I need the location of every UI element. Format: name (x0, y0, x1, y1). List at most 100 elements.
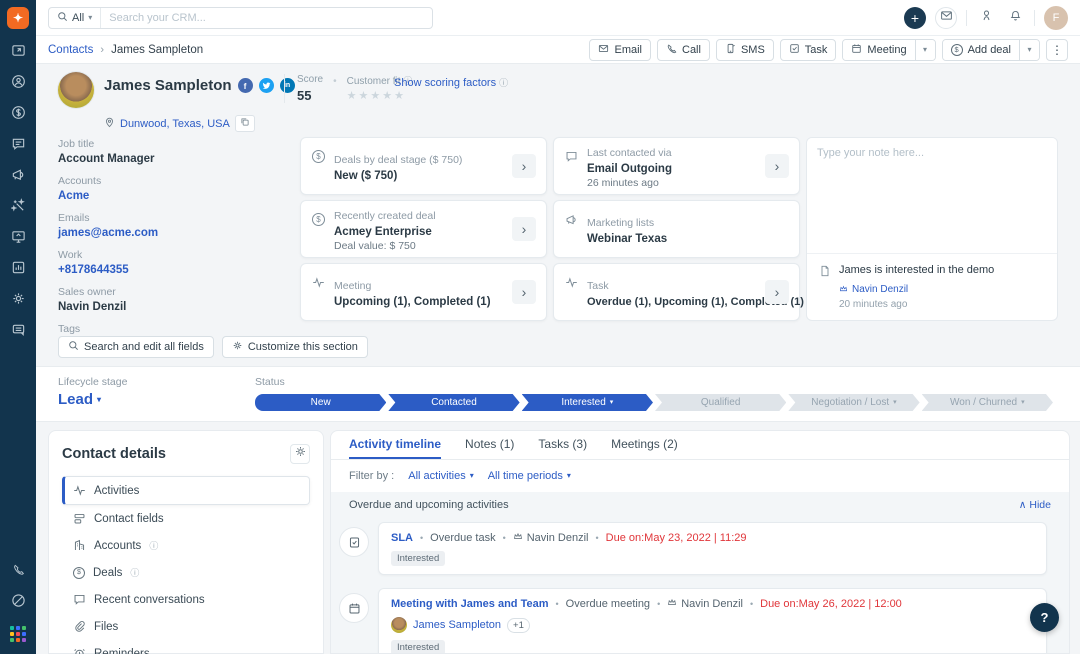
rail-bottom-group (8, 562, 28, 644)
sidebar-item-files[interactable]: Files (62, 613, 310, 640)
note-input[interactable] (807, 138, 1057, 254)
email-button[interactable]: Email (589, 38, 651, 61)
pulse-icon (564, 276, 579, 289)
tab-tasks[interactable]: Tasks (3) (538, 431, 587, 459)
meeting-button[interactable]: Meeting (843, 39, 915, 60)
open-card-button[interactable]: › (512, 280, 536, 304)
user-avatar[interactable]: F (1044, 5, 1068, 30)
lifecycle-stage-dropdown[interactable]: Lead ▾ (58, 391, 101, 408)
wand-icon (9, 198, 26, 218)
sms-button[interactable]: SMS (715, 38, 774, 61)
contact-avatar[interactable] (58, 72, 94, 108)
tab-notes[interactable]: Notes (1) (465, 431, 514, 459)
switcher-icon (11, 43, 26, 63)
apps-grid-icon (10, 626, 26, 642)
sidebar-item-contacts[interactable] (8, 74, 28, 94)
open-card-button[interactable]: › (512, 217, 536, 241)
meeting-title-link[interactable]: Meeting with James and Team (391, 598, 549, 610)
breadcrumb-contacts[interactable]: Contacts (48, 44, 93, 56)
meeting-dropdown-button[interactable]: ▾ (914, 39, 935, 60)
account-link[interactable]: Acme (58, 190, 278, 202)
stage-qualified[interactable]: Qualified (655, 394, 786, 411)
email-inbox-button[interactable] (935, 6, 957, 29)
more-attendees-badge[interactable]: +1 (507, 617, 530, 633)
panel-settings-button[interactable] (290, 444, 310, 464)
tab-activity-timeline[interactable]: Activity timeline (349, 431, 442, 459)
sidebar-item-conversations[interactable] (8, 136, 28, 156)
sidebar-item-deals[interactable]: $ Deals ⓘ (62, 559, 310, 586)
sidebar-item-reminders[interactable]: Reminders (62, 640, 310, 654)
calendar-icon (339, 593, 369, 623)
add-deal-dropdown-button[interactable]: ▾ (1019, 39, 1039, 60)
sidebar-item-deals[interactable] (8, 105, 28, 125)
stage-negotiation-lost[interactable]: Negotiation / Lost ▾ (788, 394, 919, 411)
quick-add-button[interactable]: + (904, 6, 926, 29)
open-card-button[interactable]: › (765, 280, 789, 304)
item-label: Recent conversations (94, 593, 205, 606)
tab-meetings[interactable]: Meetings (2) (611, 431, 678, 459)
twitter-icon[interactable] (258, 78, 274, 93)
customize-section-button[interactable]: Customize this section (221, 336, 368, 358)
sidebar-item-analytics[interactable] (8, 260, 28, 280)
sidebar-item-recent-conversations[interactable]: Recent conversations (62, 586, 310, 613)
info-icon[interactable]: ⓘ (130, 566, 139, 579)
filter-all-activities[interactable]: All activities ▾ (408, 470, 473, 482)
divider (966, 9, 967, 26)
open-card-button[interactable]: › (512, 154, 536, 178)
sidebar-item-dashboard[interactable] (8, 43, 28, 63)
more-actions-button[interactable]: ⋮ (1046, 38, 1068, 61)
add-deal-button[interactable]: $ Add deal (942, 39, 1019, 60)
stage-new[interactable]: New (255, 394, 386, 411)
search-edit-fields-button[interactable]: Search and edit all fields (58, 336, 214, 358)
email-link[interactable]: james@acme.com (58, 227, 278, 239)
sidebar-item-settings[interactable] (8, 291, 28, 311)
contact-details-panel: Contact details Activities Contact field… (48, 430, 324, 654)
search-input[interactable] (101, 11, 432, 24)
explore-rail-button[interactable] (8, 593, 28, 613)
note-item[interactable]: James is interested in the demo Navin De… (807, 254, 1057, 320)
filter-all-time-periods[interactable]: All time periods ▾ (488, 470, 571, 482)
hide-section-link[interactable]: ∧ Hide (1019, 499, 1051, 511)
phone-rail-button[interactable] (8, 562, 28, 582)
activity-list: SLA • Overdue task • Navin Denzil • Due … (331, 518, 1069, 653)
search-icon (68, 340, 79, 354)
chevron-right-icon: › (100, 43, 105, 56)
call-button-label: Call (682, 43, 701, 56)
notifications-button[interactable] (1005, 8, 1025, 28)
facebook-icon[interactable]: f (237, 78, 253, 93)
overdue-section-header: Overdue and upcoming activities ∧ Hide (331, 492, 1069, 518)
location-link[interactable]: Dunwood, Texas, USA (120, 118, 230, 130)
help-button[interactable]: ? (1030, 603, 1059, 632)
attendee-link[interactable]: James Sampleton (413, 619, 501, 631)
field-accounts: Accounts Acme (58, 175, 278, 202)
apps-switcher-button[interactable] (8, 624, 28, 644)
stage-won-churned[interactable]: Won / Churned ▾ (922, 394, 1053, 411)
stage-interested[interactable]: Interested ▾ (522, 394, 653, 411)
sidebar-item-automation[interactable] (8, 198, 28, 218)
task-title-link[interactable]: SLA (391, 532, 413, 544)
sidebar-item-feedback[interactable] (8, 322, 28, 342)
phone-link[interactable]: +8178644355 (58, 264, 278, 276)
search-scope-dropdown[interactable]: All ▾ (49, 7, 102, 28)
copy-button[interactable] (234, 115, 255, 132)
task-card: SLA • Overdue task • Navin Denzil • Due … (378, 522, 1047, 575)
open-card-button[interactable]: › (765, 154, 789, 178)
chevron-up-icon: ∧ (1018, 499, 1027, 511)
task-type: Overdue task (430, 531, 496, 544)
sidebar-item-accounts[interactable]: Accounts ⓘ (62, 532, 310, 559)
envelope-icon (598, 43, 609, 57)
sidebar-item-marketing[interactable] (8, 167, 28, 187)
show-scoring-factors-link[interactable]: Show scoring factors ⓘ (394, 76, 508, 89)
freshworks-logo-icon[interactable]: ✦ (7, 7, 29, 29)
sidebar-item-activities[interactable]: Activities (62, 476, 310, 505)
task-button[interactable]: Task (779, 38, 837, 61)
info-icon[interactable]: ⓘ (149, 539, 158, 552)
call-button[interactable]: Call (657, 38, 710, 61)
stage-contacted[interactable]: Contacted (388, 394, 519, 411)
sidebar-item-contact-fields[interactable]: Contact fields (62, 505, 310, 532)
whats-new-button[interactable] (976, 8, 996, 28)
deal-icon: $ (950, 43, 963, 56)
chat-icon (11, 136, 26, 156)
location-row: Dunwood, Texas, USA (104, 115, 255, 132)
sidebar-item-web[interactable] (8, 229, 28, 249)
